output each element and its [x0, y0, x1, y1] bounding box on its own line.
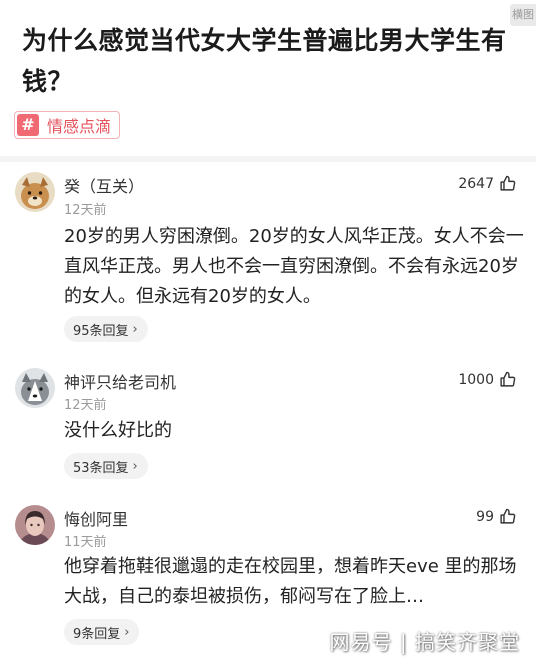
reply-count-label: 9条回复 — [73, 626, 121, 642]
like-button[interactable]: 99 — [476, 508, 516, 525]
like-button[interactable]: 1000 — [458, 371, 516, 388]
thumbs-up-icon — [500, 508, 516, 524]
like-count: 2647 — [458, 175, 494, 192]
like-count: 1000 — [458, 371, 494, 388]
chevron-right-icon: › — [124, 624, 130, 640]
thumbs-up-icon — [500, 371, 516, 387]
question-title: 为什么感觉当代女大学生普遍比男大学生有钱？ — [22, 26, 507, 96]
comment-text: 没什么好比的 — [64, 420, 172, 441]
hash-icon: # — [17, 114, 39, 136]
thumbs-up-icon — [500, 175, 516, 191]
like-button[interactable]: 2647 — [458, 175, 516, 192]
view-replies-button[interactable]: 95条回复 › — [64, 316, 148, 342]
comment-time: 12天前 — [64, 398, 107, 413]
comment-text: 20岁的男人穷困潦倒。20岁的女人风华正茂。女人不会一直风华正茂。男人也不会一直… — [64, 226, 524, 307]
comment-text: 他穿着拖鞋很邋遢的走在校园里，想着昨天eve 里的那场大战，自己的泰坦被损伤，郁… — [64, 556, 517, 607]
avatar[interactable] — [15, 505, 55, 545]
comment-username[interactable]: 神评只给老司机 — [64, 369, 176, 393]
view-replies-button[interactable]: 9条回复 › — [64, 619, 140, 645]
topic-tag-label: 情感点滴 — [47, 117, 112, 136]
view-replies-button[interactable]: 53条回复 › — [64, 453, 148, 479]
reply-count-label: 53条回复 — [73, 460, 129, 476]
topic-tag[interactable]: # 情感点滴 — [14, 111, 121, 139]
watermark: 网易号 | 搞笑齐聚堂 — [329, 630, 520, 654]
like-count: 99 — [476, 508, 494, 525]
avatar[interactable] — [15, 368, 55, 408]
section-divider — [0, 156, 536, 162]
reply-count-label: 95条回复 — [73, 323, 129, 339]
avatar[interactable] — [15, 172, 55, 212]
chevron-right-icon: › — [132, 458, 138, 474]
comment-username[interactable]: 癸（互关） — [64, 173, 144, 197]
comment-time: 12天前 — [64, 203, 107, 218]
chevron-right-icon: › — [132, 321, 138, 337]
comment-username[interactable]: 悔创阿里 — [64, 506, 128, 530]
comment-time: 11天前 — [64, 535, 107, 550]
